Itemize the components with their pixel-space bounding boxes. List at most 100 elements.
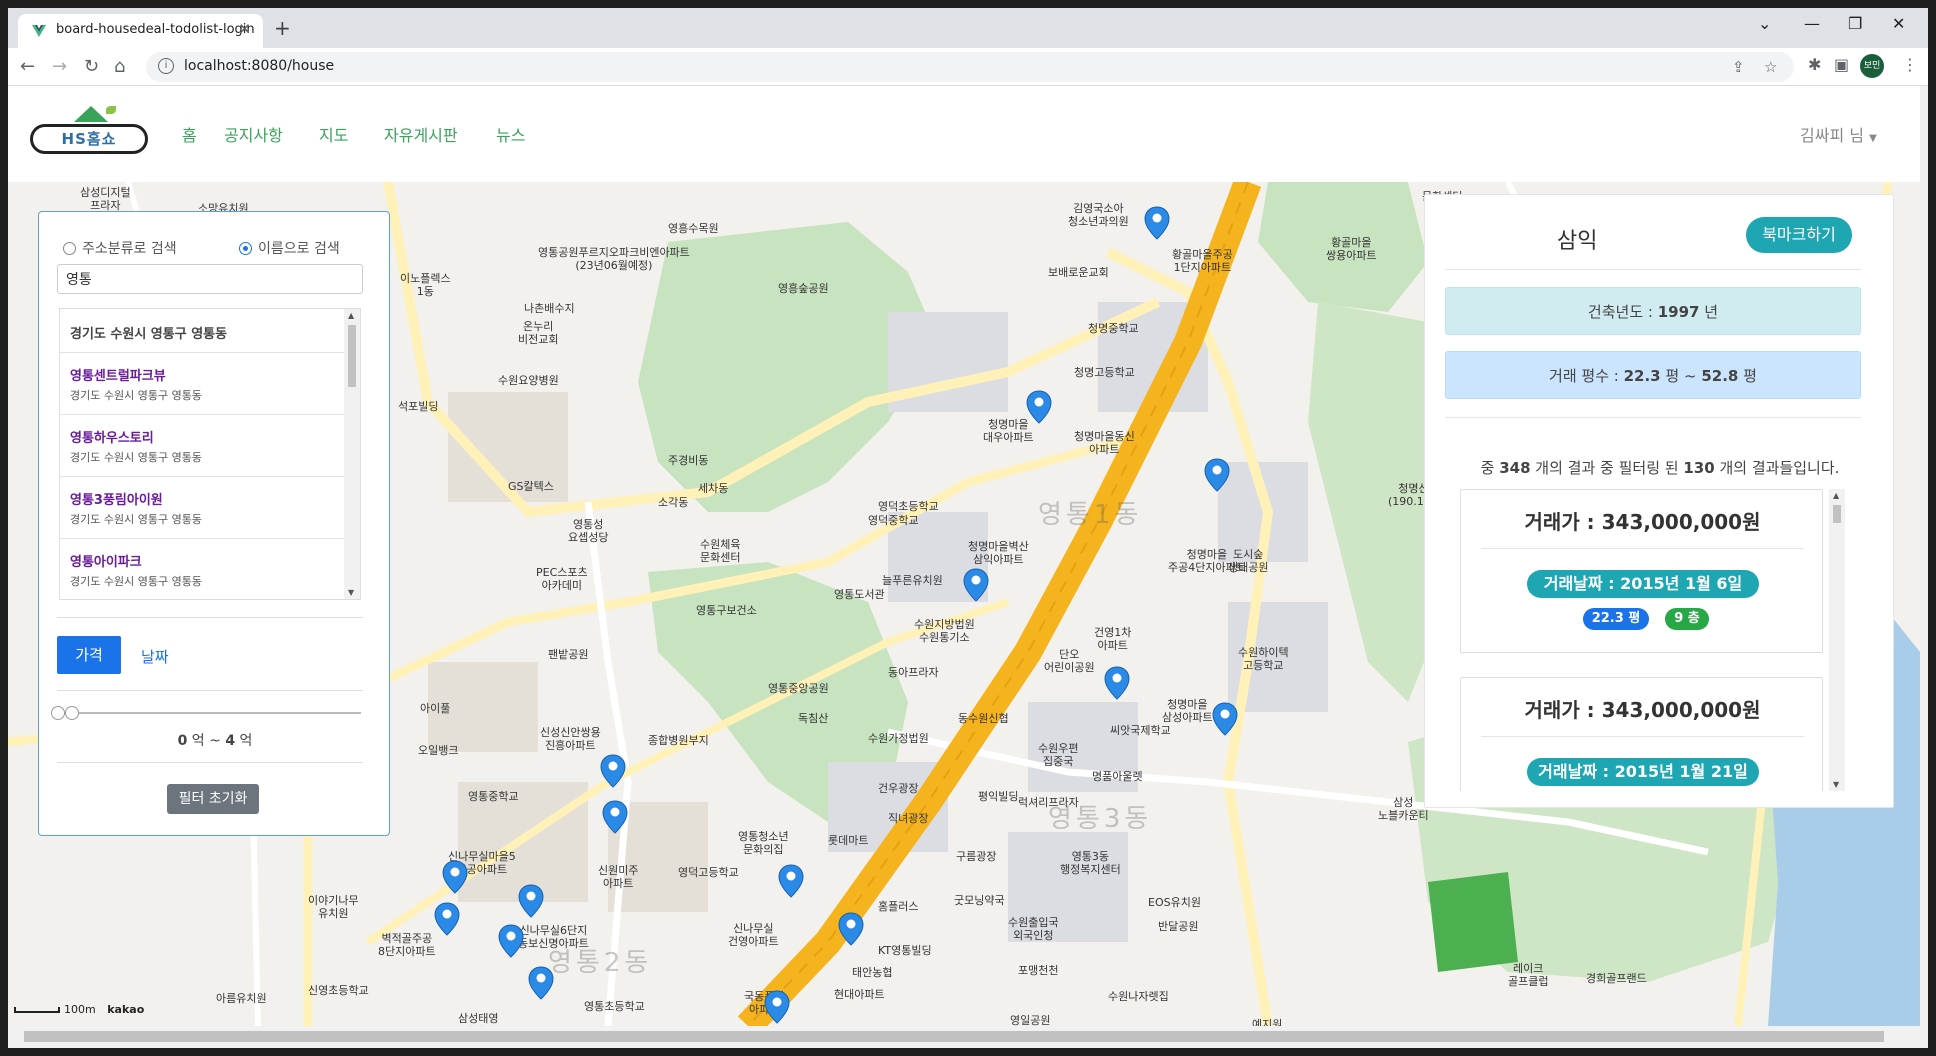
restore-button[interactable]: ❐ (1848, 14, 1862, 33)
area-box: 거래 평수 : 22.3 평 ~ 52.8 평 (1445, 351, 1861, 399)
nav-notice[interactable]: 공지사항 (224, 122, 283, 146)
map-pin-icon[interactable] (778, 864, 804, 898)
minimize-button[interactable]: — (1804, 14, 1820, 33)
nav-home[interactable]: 홈 (182, 122, 197, 146)
share-icon[interactable]: ⇪ (1732, 58, 1745, 76)
home-icon[interactable]: ⌂ (114, 56, 125, 77)
map-pin-icon[interactable] (498, 924, 524, 958)
map-label: 수원가정법원 (868, 732, 929, 745)
star-icon[interactable]: ☆ (1764, 58, 1777, 76)
deal-date: 거래날짜 : 2015년 1월 6일 (1527, 570, 1759, 598)
map-label: 오일뱅크 (418, 744, 459, 757)
new-tab-button[interactable]: + (274, 16, 291, 40)
profile-avatar[interactable]: 보민 (1860, 54, 1884, 78)
tab-price[interactable]: 가격 (57, 636, 121, 674)
map-pin-icon[interactable] (442, 860, 468, 894)
info-icon[interactable]: i (158, 58, 174, 74)
divider (1445, 417, 1861, 418)
scroll-thumb[interactable] (1833, 505, 1841, 523)
map-pin-icon[interactable] (602, 800, 628, 834)
nav-board[interactable]: 자유게시판 (384, 122, 458, 146)
map-label: 건우광장 (878, 782, 919, 795)
map-pin-icon[interactable] (434, 902, 460, 936)
radio-name[interactable]: 이름으로 검색 (239, 238, 340, 258)
scroll-down-icon[interactable]: ▼ (1833, 780, 1839, 789)
map-label: 영덕고등학교 (678, 866, 739, 879)
deal-scrollbar[interactable]: ▲ ▼ (1829, 489, 1845, 791)
omnibox[interactable]: i localhost:8080/house ⇪ ☆ (146, 52, 1794, 82)
extensions-icon[interactable]: ✱ (1808, 55, 1821, 74)
price-slider-max-handle[interactable] (65, 706, 79, 720)
list-item[interactable]: 경기도 수원시 영통구 영통동 (60, 309, 345, 353)
scroll-up-icon[interactable]: ▲ (1833, 491, 1839, 500)
site-logo[interactable]: HS홈쇼 (30, 106, 150, 160)
map-pin-icon[interactable] (1144, 206, 1170, 240)
bookmark-button[interactable]: 북마크하기 (1746, 217, 1852, 253)
list-item[interactable]: 영통하우스토리 경기도 수원시 영통구 영통동 (60, 415, 345, 477)
map-label: 신나무실 건영아파트 (728, 922, 779, 948)
map-label: 수원나자렛집 (1108, 990, 1169, 1003)
browser-tab[interactable]: board-housedeal-todolist-login ✕ (18, 14, 263, 48)
side-panel-icon[interactable]: ▣ (1834, 55, 1849, 74)
map-label: 수원요양병원 (498, 374, 559, 387)
reset-filter-button[interactable]: 필터 초기화 (167, 784, 259, 814)
nav-map[interactable]: 지도 (319, 122, 348, 146)
tab-date[interactable]: 날짜 (141, 646, 169, 667)
user-menu[interactable]: 김싸피 님 ▼ (1800, 122, 1877, 146)
scroll-down-icon[interactable]: ▼ (348, 588, 354, 597)
result-address: 경기도 수원시 영통구 영통동 (70, 451, 202, 464)
reload-icon[interactable]: ↻ (84, 56, 99, 77)
forward-icon[interactable]: → (52, 56, 67, 77)
price-slider-min-handle[interactable] (51, 706, 65, 720)
summary-mid: 개의 결과 중 필터링 된 (1535, 459, 1679, 477)
list-item[interactable]: 영통센트럴파크뷰 경기도 수원시 영통구 영통동 (60, 353, 345, 415)
back-icon[interactable]: ← (20, 56, 35, 77)
range-sep: ~ (209, 733, 221, 749)
vertical-scrollbar[interactable] (1920, 86, 1928, 1026)
build-year-value: 1997 (1657, 303, 1700, 321)
url-text[interactable]: localhost:8080/house (184, 58, 334, 74)
scroll-thumb[interactable] (348, 325, 356, 387)
map-pin-icon[interactable] (1204, 458, 1230, 492)
map-pin-icon[interactable] (518, 884, 544, 918)
price-slider-track[interactable] (59, 712, 361, 714)
radio-name-input[interactable] (239, 242, 252, 255)
map-scale: 100m kakao (14, 1003, 144, 1016)
horizontal-scrollbar[interactable] (8, 1026, 1928, 1048)
map-label: 럭셔리프라자 (1018, 796, 1079, 809)
list-item[interactable]: 영통아이파크 경기도 수원시 영통구 영통동 (60, 539, 345, 599)
map-label: 동수원신협 (958, 712, 1009, 725)
map-pin-icon[interactable] (528, 966, 554, 1000)
map-label: 굿모닝약국 (954, 894, 1005, 907)
map-pin-icon[interactable] (1026, 390, 1052, 424)
scroll-thumb[interactable] (24, 1031, 1884, 1042)
map-pin-icon[interactable] (764, 990, 790, 1024)
house-roof-icon (74, 106, 108, 122)
map-label: 청명중학교 (1088, 322, 1139, 335)
map-pin-icon[interactable] (1212, 702, 1238, 736)
apartment-title: 삼익 (1557, 229, 1598, 254)
scroll-up-icon[interactable]: ▲ (348, 311, 354, 320)
map-pin-icon[interactable] (838, 912, 864, 946)
close-window-button[interactable]: ✕ (1892, 14, 1905, 33)
map-pin-icon[interactable] (600, 754, 626, 788)
map-pin-icon[interactable] (1104, 666, 1130, 700)
map-label: 황골마을 쌍용아파트 (1326, 236, 1377, 262)
map-label: 영통3동 행정복지센터 (1060, 850, 1121, 876)
logo-text: HS홈쇼 (30, 124, 148, 154)
menu-icon[interactable]: ⋮ (1902, 55, 1918, 74)
map-label: 태안농협 (852, 966, 893, 979)
tab-search-icon[interactable]: ⌄ (1758, 14, 1771, 33)
radio-address-input[interactable] (63, 242, 76, 255)
list-item[interactable]: 영통3풍림아이원 경기도 수원시 영통구 영통동 (60, 477, 345, 539)
map-pin-icon[interactable] (963, 568, 989, 602)
map-label: 수원지방법원 수원통기소 (914, 618, 975, 644)
apartment-detail-panel: 삼익 북마크하기 건축년도 : 1997 년 거래 평수 : 22.3 평 ~ … (1424, 194, 1894, 808)
results-scrollbar[interactable]: ▲ ▼ (344, 309, 360, 599)
close-icon[interactable]: ✕ (238, 20, 251, 38)
map-label: 아이풀 (420, 702, 451, 715)
browser-window: board-housedeal-todolist-login ✕ + ⌄ — ❐… (8, 8, 1928, 1048)
search-input[interactable] (57, 264, 363, 294)
radio-address[interactable]: 주소분류로 검색 (63, 238, 177, 258)
nav-news[interactable]: 뉴스 (496, 122, 525, 146)
